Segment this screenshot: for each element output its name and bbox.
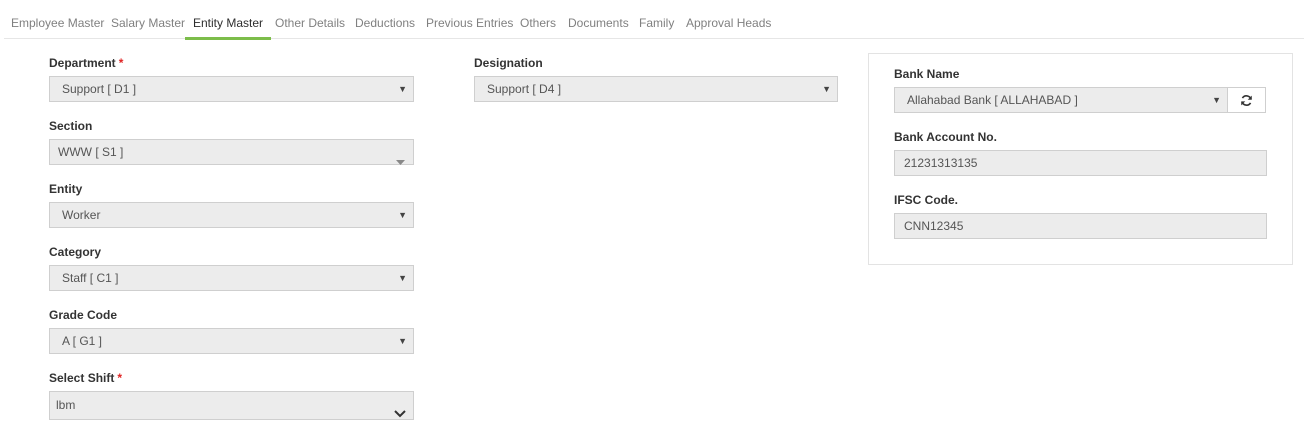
tab-deductions[interactable]: Deductions <box>355 0 415 39</box>
bank-name-label: Bank Name <box>894 67 960 81</box>
tab-documents[interactable]: Documents <box>568 0 629 39</box>
caret-down-icon: ▼ <box>1212 95 1221 105</box>
ifsc-label: IFSC Code. <box>894 193 959 207</box>
required-marker: * <box>117 371 123 385</box>
grade-code-label: Grade Code <box>49 308 118 322</box>
tab-entity-master[interactable]: Entity Master <box>185 0 272 40</box>
bank-name-select[interactable]: Allahabad Bank [ ALLAHABAD ] ▼ <box>894 87 1228 113</box>
tab-approval-heads[interactable]: Approval Heads <box>686 0 771 39</box>
tab-employee-master[interactable]: Employee Master <box>11 0 104 39</box>
caret-down-icon: ▼ <box>398 336 407 346</box>
select-shift-label: Select Shift * <box>49 371 123 385</box>
category-label: Category <box>49 245 102 259</box>
required-marker: * <box>118 56 124 70</box>
select-shift-select[interactable]: lbm <box>49 391 414 420</box>
caret-down-icon: ▼ <box>822 84 831 94</box>
tab-bar: Employee Master Salary Master Entity Mas… <box>4 0 1304 40</box>
caret-down-icon <box>396 150 405 174</box>
entity-label: Entity <box>49 182 83 196</box>
grade-code-select[interactable]: A [ G1 ] ▼ <box>49 328 414 354</box>
tab-family[interactable]: Family <box>639 0 674 39</box>
entity-select[interactable]: Worker ▼ <box>49 202 414 228</box>
tab-other-details[interactable]: Other Details <box>275 0 345 39</box>
department-select[interactable]: Support [ D1 ] ▼ <box>49 76 414 102</box>
refresh-icon <box>1240 94 1253 107</box>
account-no-label: Bank Account No. <box>894 130 997 144</box>
ifsc-field[interactable]: CNN12345 <box>894 213 1267 239</box>
designation-select[interactable]: Support [ D4 ] ▼ <box>474 76 838 102</box>
caret-down-icon: ▼ <box>398 273 407 283</box>
category-select[interactable]: Staff [ C1 ] ▼ <box>49 265 414 291</box>
tab-others[interactable]: Others <box>520 0 556 39</box>
designation-label: Designation <box>474 56 543 70</box>
caret-down-icon: ▼ <box>398 210 407 220</box>
department-label: Department * <box>49 56 124 70</box>
section-label: Section <box>49 119 93 133</box>
chevron-down-icon <box>394 401 406 428</box>
caret-down-icon: ▼ <box>398 84 407 94</box>
refresh-bank-button[interactable] <box>1227 87 1266 113</box>
section-select[interactable]: WWW [ S1 ] <box>49 139 414 165</box>
tab-previous-entries[interactable]: Previous Entries <box>426 0 513 39</box>
tab-salary-master[interactable]: Salary Master <box>111 0 185 39</box>
account-no-field[interactable]: 21231313135 <box>894 150 1267 176</box>
